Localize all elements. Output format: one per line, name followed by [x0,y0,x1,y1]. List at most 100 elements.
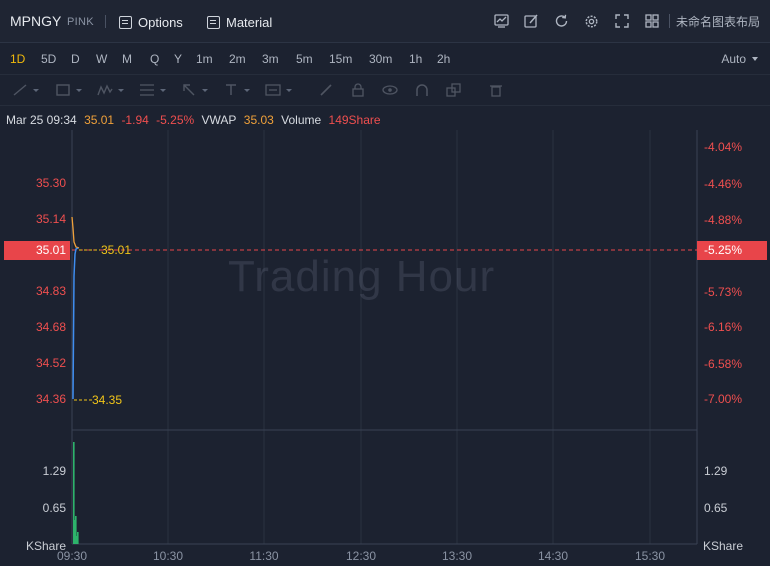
text-tool-icon[interactable] [223,83,239,97]
options-button[interactable]: Options [119,12,183,32]
chevron-down-icon [752,57,758,61]
period-2h[interactable]: 2h [437,52,450,66]
price-tick-label: 34.68 [36,320,66,334]
price-tick-label: 34.52 [36,356,66,370]
quote-info-line: Mar 25 09:34 35.01 -1.94 -5.25% VWAP 35.… [6,113,385,127]
price-tick-label: 35.14 [36,212,66,226]
options-icon [119,15,132,29]
watermark: Trading Hour [228,252,496,301]
price-tick-label: 34.36 [36,392,66,406]
period-5d[interactable]: 5D [41,52,56,66]
vwap-label: VWAP [201,113,237,127]
vwap-line [71,216,80,249]
time-tick-label: 15:30 [635,549,665,563]
vwap-value: 35.03 [243,113,274,127]
period-w[interactable]: W [96,52,107,66]
scale-mode-select[interactable]: Auto [721,52,758,66]
period-30m[interactable]: 30m [369,52,392,66]
volume-tick-label: 0.65 [704,501,728,515]
chart-canvas[interactable]: 35.30 35.14 34.83 34.68 34.52 34.36 -4.04% -4.4… [0,130,770,566]
chevron-down-icon[interactable] [286,89,292,92]
eye-icon[interactable] [382,83,398,97]
brush-tool-icon[interactable] [318,83,334,97]
pct-tick-label: -5.73% [704,285,742,299]
drawing-toolbar [0,75,770,106]
pct-tick-label: -6.58% [704,357,742,371]
trash-icon[interactable] [488,83,504,97]
period-bar: Auto 1D 5D D W M Q Y 1m 2m 3m 5m 15m 30m 1h 2h [0,43,770,75]
high-marker-label: 35.01 [101,243,131,257]
chevron-down-icon[interactable] [118,89,124,92]
pct-tick-label: -4.88% [704,213,742,227]
volume-tick-label: 0.65 [43,501,67,515]
rectangle-tool-icon[interactable] [55,83,71,97]
current-price-tag: 35.01 [4,241,70,260]
chevron-down-icon[interactable] [244,89,250,92]
pattern-tool-icon[interactable] [97,83,113,97]
pct-tick-label: -6.16% [704,320,742,334]
period-1m[interactable]: 1m [196,52,213,66]
label-tool-icon[interactable] [265,83,281,97]
price-chart[interactable]: 35.30 35.14 34.83 34.68 34.52 34.36 -4.04% -4.4… [0,130,770,566]
chart-icon[interactable] [487,10,517,32]
time-tick-label: 11:30 [249,549,278,563]
document-icon [207,15,220,29]
volume-value: 149Share [328,113,381,127]
period-m[interactable]: M [122,52,132,66]
fullscreen-icon[interactable] [607,10,637,32]
volume-bar [77,532,79,544]
price-line [72,247,79,400]
divider [105,15,106,28]
options-label: Options [138,14,183,30]
refresh-icon[interactable] [547,10,577,32]
material-button[interactable]: Material [207,12,272,32]
period-y[interactable]: Y [174,52,182,66]
change-value: -1.94 [121,113,149,127]
edit-icon[interactable] [517,10,547,32]
price-value: 35.01 [84,113,115,127]
lock-icon[interactable] [350,83,366,97]
time-tick-label: 10:30 [153,549,183,563]
grid-icon[interactable] [637,10,667,32]
period-q[interactable]: Q [150,52,159,66]
time-tick-label: 12:30 [346,549,376,563]
arrow-tool-icon[interactable] [181,83,197,97]
fibonacci-tool-icon[interactable] [139,83,155,97]
chevron-down-icon[interactable] [202,89,208,92]
chevron-down-icon[interactable] [76,89,82,92]
period-2m[interactable]: 2m [229,52,246,66]
settings-icon[interactable] [577,10,607,32]
pct-tick-label: -7.00% [704,392,742,406]
low-marker-label: 34.35 [92,393,122,407]
time-tick-label: 09:30 [57,549,87,563]
datetime-label: Mar 25 09:34 [6,113,77,127]
volume-label: Volume [281,113,322,127]
divider [668,14,670,28]
symbol-label[interactable]: MPNGY [10,13,61,29]
layout-name[interactable]: 未命名图表布局 [676,13,770,30]
chevron-down-icon[interactable] [160,89,166,92]
period-3m[interactable]: 3m [262,52,279,66]
trendline-tool-icon[interactable] [12,83,28,97]
pct-tick-label: -4.46% [704,177,742,191]
time-tick-label: 13:30 [442,549,472,563]
scale-mode-label: Auto [721,52,746,66]
time-tick-label: 14:30 [538,549,568,563]
layers-icon[interactable] [446,83,462,97]
price-tick-label: 34.83 [36,284,66,298]
change-pct-value: -5.25% [156,113,195,127]
period-d[interactable]: D [71,52,80,66]
magnet-icon[interactable] [414,83,430,97]
exchange-label: PINK [67,16,94,28]
volume-tick-label: 1.29 [704,464,728,478]
period-1h[interactable]: 1h [409,52,422,66]
chevron-down-icon[interactable] [33,89,39,92]
price-tick-label: 35.30 [36,176,66,190]
period-5m[interactable]: 5m [296,52,313,66]
current-pct-tag: -5.25% [697,241,767,260]
top-bar: MPNGY PINK Options Material 未命名图表布局 [0,0,770,43]
chart-tools: 未命名图表布局 [487,10,770,32]
volume-unit-label: KShare [703,539,743,553]
period-1d[interactable]: 1D [10,52,25,66]
period-15m[interactable]: 15m [329,52,352,66]
